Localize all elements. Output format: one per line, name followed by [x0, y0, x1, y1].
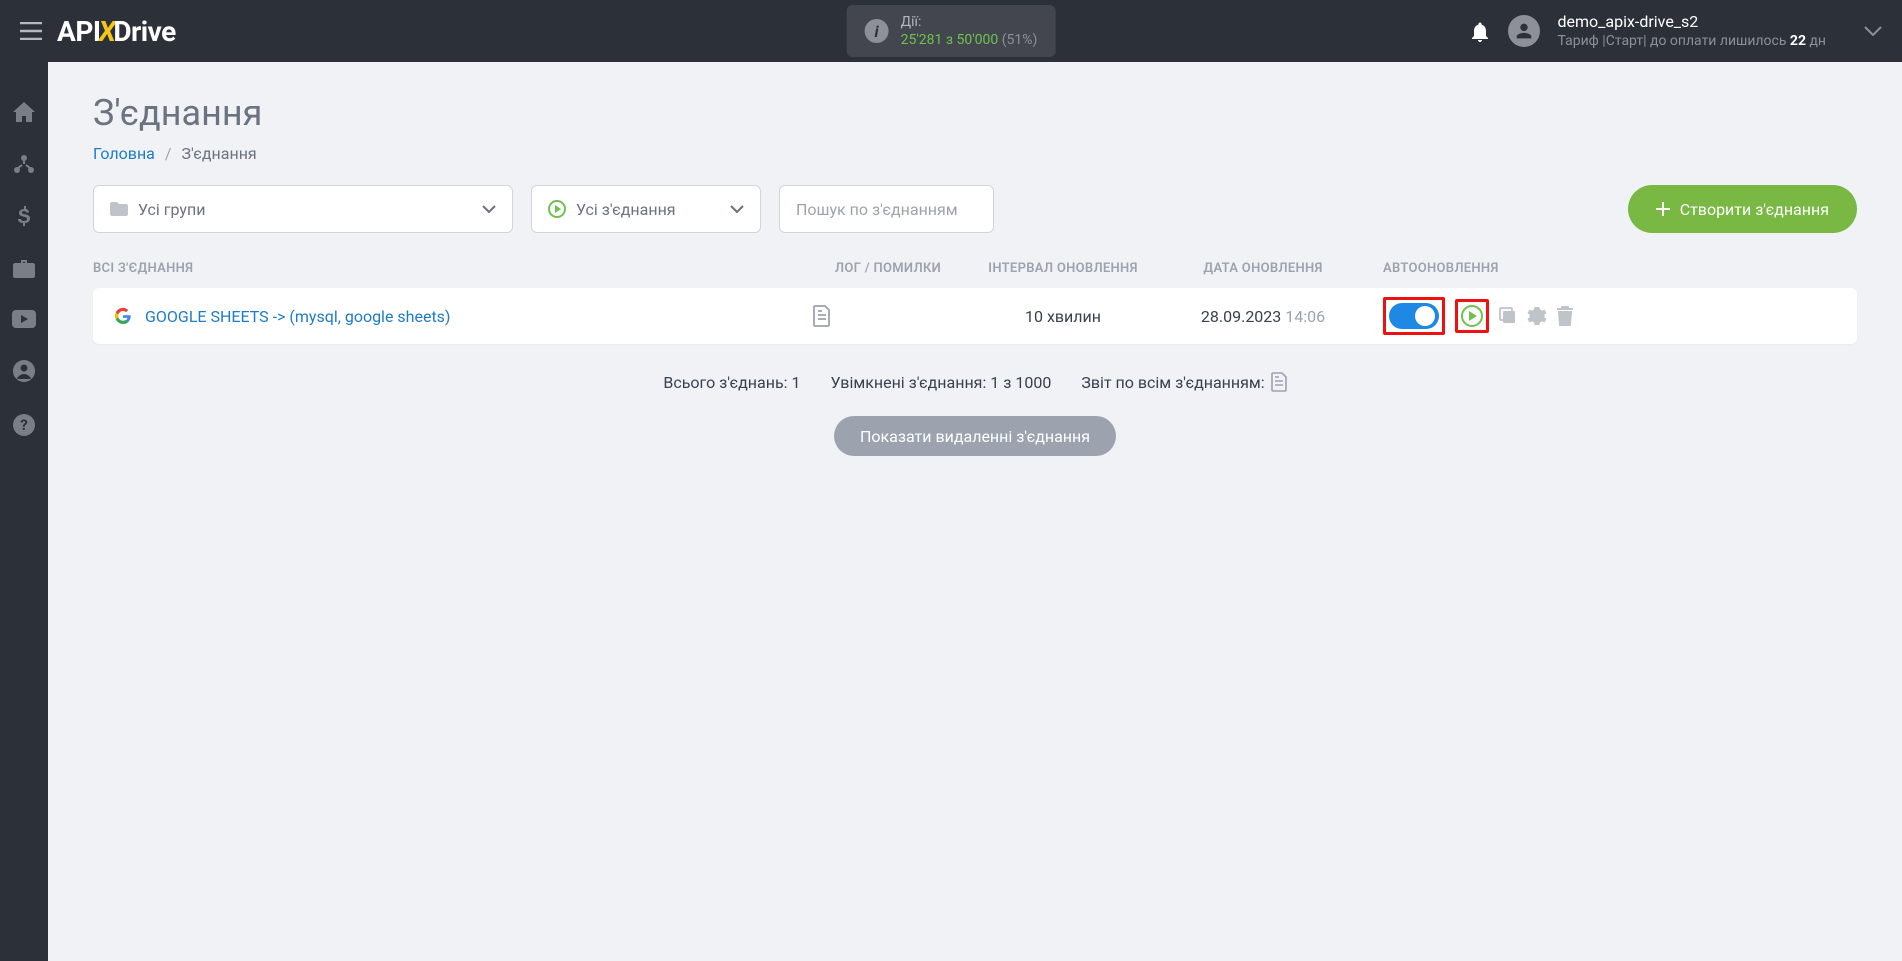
copy-icon[interactable]: [1499, 307, 1517, 325]
page-title: З'єднання: [93, 92, 1857, 134]
chevron-down-icon: [730, 205, 744, 213]
document-icon[interactable]: [1271, 372, 1287, 392]
table-header: ВСІ З'ЄДНАННЯ ЛОГ / ПОМИЛКИ ІНТЕРВАЛ ОНО…: [93, 233, 1857, 288]
folder-icon: [110, 202, 128, 216]
plus-icon: [1656, 202, 1670, 216]
col-date: ДАТА ОНОВЛЕННЯ: [1163, 261, 1363, 276]
controls-row: Усі групи Усі з'єднання Створити з'єднан…: [93, 185, 1857, 233]
status-select[interactable]: Усі з'єднання: [531, 185, 761, 233]
nav-briefcase-icon[interactable]: [13, 260, 35, 278]
nav-help-icon[interactable]: ?: [13, 414, 35, 436]
nav-youtube-icon[interactable]: [12, 310, 36, 328]
play-icon: [548, 200, 566, 218]
nav-billing-icon[interactable]: [17, 206, 31, 228]
actions-label: Дії:: [901, 13, 1038, 31]
google-icon: [113, 306, 133, 326]
show-deleted-button[interactable]: Показати видаленні з'єднання: [834, 416, 1116, 456]
logo[interactable]: APIXDrive: [57, 15, 176, 48]
run-now-button[interactable]: [1461, 305, 1483, 327]
connection-row: GOOGLE SHEETS -> (mysql, google sheets) …: [93, 288, 1857, 344]
delete-icon[interactable]: [1557, 306, 1573, 326]
sidebar: ?: [0, 62, 48, 961]
col-name: ВСІ З'ЄДНАННЯ: [93, 261, 813, 276]
menu-icon[interactable]: [20, 22, 42, 40]
info-icon: i: [865, 19, 889, 43]
chevron-down-icon: [482, 205, 496, 213]
main-content: З'єднання Головна / З'єднання Усі групи …: [48, 62, 1902, 961]
logo-text-pre: API: [57, 15, 101, 48]
document-icon: [813, 305, 831, 327]
actions-values: 25'281 з 50'000 (51%): [901, 31, 1038, 49]
settings-icon[interactable]: [1527, 306, 1547, 326]
auto-update-toggle[interactable]: [1389, 303, 1439, 329]
summary-report: Звіт по всім з'єднанням:: [1081, 372, 1286, 392]
col-auto: АВТООНОВЛЕННЯ: [1363, 261, 1513, 276]
date-value: 28.09.2023 14:06: [1163, 307, 1363, 326]
chevron-down-icon[interactable]: [1864, 26, 1882, 36]
search-input-wrap: [779, 185, 994, 233]
search-input[interactable]: [796, 200, 977, 219]
user-name: demo_apix-drive_s2: [1558, 12, 1826, 33]
nav-connections-icon[interactable]: [13, 154, 35, 174]
avatar-icon[interactable]: [1508, 15, 1540, 47]
log-button[interactable]: [813, 305, 963, 327]
create-connection-button[interactable]: Створити з'єднання: [1628, 185, 1857, 233]
summary-enabled: Увімкнені з'єднання: 1 з 1000: [830, 372, 1051, 392]
summary-total: Всього з'єднань: 1: [663, 372, 800, 392]
highlight-play: [1455, 299, 1489, 333]
breadcrumb-home[interactable]: Головна: [93, 144, 155, 163]
connection-link[interactable]: GOOGLE SHEETS -> (mysql, google sheets): [145, 307, 451, 326]
user-menu[interactable]: demo_apix-drive_s2 Тариф |Старт| до опла…: [1558, 12, 1826, 51]
nav-profile-icon[interactable]: [13, 360, 35, 382]
actions-counter[interactable]: i Дії: 25'281 з 50'000 (51%): [847, 5, 1056, 57]
col-log: ЛОГ / ПОМИЛКИ: [813, 261, 963, 276]
notifications-icon[interactable]: [1470, 20, 1490, 42]
groups-select[interactable]: Усі групи: [93, 185, 513, 233]
logo-text-post: Drive: [113, 15, 175, 48]
topbar: APIXDrive i Дії: 25'281 з 50'000 (51%) d…: [0, 0, 1902, 62]
breadcrumb-current: З'єднання: [181, 144, 256, 163]
breadcrumb: Головна / З'єднання: [93, 144, 1857, 163]
svg-text:?: ?: [20, 416, 27, 434]
interval-value: 10 хвилин: [963, 307, 1163, 326]
col-interval: ІНТЕРВАЛ ОНОВЛЕННЯ: [963, 261, 1163, 276]
nav-home-icon[interactable]: [13, 102, 35, 122]
user-tariff: Тариф |Старт| до оплати лишилось 22 дн: [1558, 32, 1826, 50]
highlight-toggle: [1383, 297, 1445, 335]
summary-row: Всього з'єднань: 1 Увімкнені з'єднання: …: [93, 372, 1857, 392]
